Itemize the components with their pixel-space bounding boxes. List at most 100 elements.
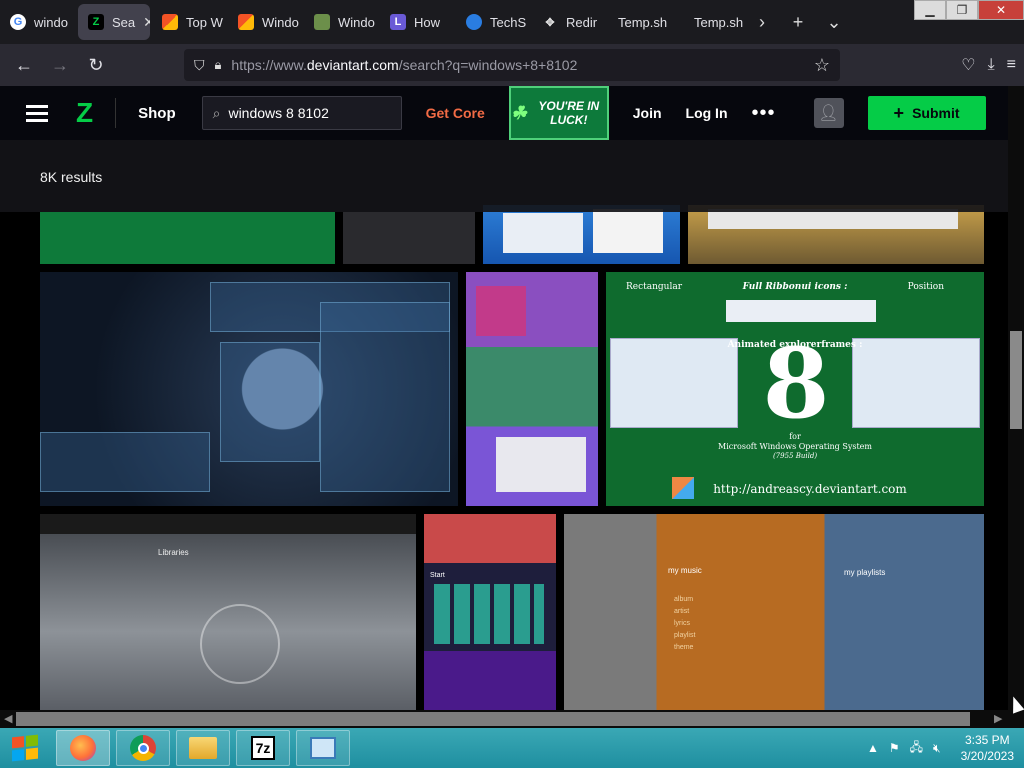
close-tab-icon[interactable]: ✕ (143, 14, 150, 31)
window-titlebar (40, 514, 416, 534)
thumb-caption: Rectangular Full Ribbonui icons : Positi… (626, 282, 944, 292)
tab-temp-sh-2[interactable]: Temp.sh (684, 4, 744, 40)
join-link[interactable]: Join (633, 105, 662, 121)
deviantart-logo[interactable]: Z (76, 97, 93, 129)
control-panel-icon[interactable] (296, 730, 350, 766)
vertical-scrollbar[interactable] (1008, 86, 1024, 728)
show-hidden-icons-icon[interactable]: ▲ (867, 741, 879, 755)
more-options-icon[interactable]: ••• (752, 102, 776, 125)
result-thumbnail[interactable] (343, 212, 475, 264)
shop-link[interactable]: Shop (138, 105, 176, 122)
browser-nav-bar: ← → ↻ ⛉ 🔒︎ https://www.deviantart.com/se… (0, 44, 1024, 86)
browser-tab-strip: G windo Z Sea ✕ Top W Windo Windo L How … (0, 0, 1024, 44)
youre-in-luck-banner[interactable]: ☘ YOU'RE IN LUCK! (508, 86, 609, 140)
result-thumbnail[interactable] (466, 272, 598, 506)
tab-windows-1[interactable]: Windo (228, 4, 304, 40)
search-input[interactable] (228, 105, 379, 121)
close-window-icon[interactable]: ✕ (978, 0, 1024, 20)
photo-icon (314, 14, 330, 30)
result-thumbnail[interactable] (688, 205, 984, 264)
clover-icon: ☘ (510, 103, 527, 123)
chrome-icon[interactable] (116, 730, 170, 766)
tab-label: Top W (186, 14, 223, 30)
network-icon[interactable]: 🖧︎ (910, 738, 923, 759)
start-button[interactable] (0, 728, 50, 768)
tab-label: Windo (338, 14, 375, 30)
windows-icon (162, 14, 178, 30)
firefox-icon[interactable] (56, 730, 110, 766)
windows-icon (238, 14, 254, 30)
result-thumbnail[interactable]: my music album artist lyrics playlist th… (564, 514, 984, 710)
result-thumbnail[interactable]: Rectangular Full Ribbonui icons : Positi… (606, 272, 984, 506)
url-bar[interactable]: ⛉ 🔒︎ https://www.deviantart.com/search?q… (184, 49, 840, 81)
result-thumbnail[interactable] (483, 205, 680, 264)
scroll-tabs-right-icon[interactable]: › (744, 12, 780, 33)
plus-icon: + (893, 102, 905, 123)
vertical-scroll-thumb[interactable] (1010, 331, 1022, 429)
restore-icon[interactable]: ❐ (946, 0, 978, 20)
bookmark-star-icon[interactable]: ☆ (814, 55, 830, 76)
explorer-preview-right (852, 338, 980, 428)
window-preview (593, 209, 663, 253)
hud-panel (40, 432, 210, 492)
result-thumbnail[interactable]: Start (424, 514, 556, 710)
results-bar: 8K results (0, 140, 1008, 212)
tab-top-windows[interactable]: Top W (152, 4, 228, 40)
submit-button[interactable]: + Submit (867, 96, 986, 130)
luck-banner-text: YOU'RE IN LUCK! (538, 99, 600, 127)
tab-windows-2[interactable]: Windo (304, 4, 380, 40)
scroll-right-icon[interactable]: ▶ (994, 712, 1002, 725)
shield-icon[interactable]: ⛉ (194, 57, 205, 74)
tab-temp-sh-1[interactable]: Temp.sh (608, 4, 684, 40)
action-center-flag-icon[interactable]: ⚑ (889, 741, 900, 755)
tab-deviantart-search[interactable]: Z Sea ✕ (78, 4, 150, 40)
tile-grid-preview (434, 584, 544, 644)
result-thumbnail[interactable] (40, 212, 335, 264)
horizontal-scroll-thumb[interactable] (16, 712, 970, 726)
login-link[interactable]: Log In (686, 105, 728, 121)
windows-taskbar: 7z ▲ ⚑ 🖧︎ 🔇︎ 3:35 PM 3/20/2023 (0, 728, 1024, 768)
7zip-icon[interactable]: 7z (236, 730, 290, 766)
pocket-icon[interactable]: ♡ (961, 55, 975, 75)
tab-google[interactable]: G windo (0, 4, 76, 40)
google-icon: G (10, 14, 26, 30)
minimize-icon[interactable]: ▁ (914, 0, 946, 20)
list-tabs-icon[interactable]: ⌄ (816, 12, 852, 33)
result-thumbnail[interactable] (40, 272, 458, 506)
file-explorer-icon[interactable] (176, 730, 230, 766)
hamburger-menu-icon[interactable] (26, 101, 48, 126)
url-text: https://www.deviantart.com/search?q=wind… (231, 57, 578, 73)
taskbar-clock[interactable]: 3:35 PM 3/20/2023 (961, 732, 1014, 764)
back-icon[interactable]: ← (6, 55, 42, 76)
hud-panel (220, 342, 320, 462)
tab-label: windo (34, 14, 68, 30)
tab-label: Sea (112, 14, 136, 30)
search-box[interactable]: ⌕ (201, 96, 402, 130)
downloads-icon[interactable]: ⤓ (988, 56, 995, 74)
tab-how[interactable]: L How (380, 4, 456, 40)
tab-techspot[interactable]: TechS (456, 4, 532, 40)
clock-date: 3/20/2023 (960, 749, 1014, 763)
tab-label: Temp.sh (694, 14, 744, 30)
thumb-caption: Libraries (158, 548, 189, 557)
windows-logo-icon (12, 734, 38, 762)
search-icon: ⌕ (212, 104, 221, 121)
lock-icon[interactable]: 🔒︎ (215, 57, 222, 73)
horizontal-scrollbar[interactable]: ◀ ▶ (0, 710, 1008, 728)
tile-preview (476, 286, 526, 336)
result-thumbnail[interactable]: Libraries (40, 514, 416, 710)
explorer-preview-left (610, 338, 738, 428)
forward-icon[interactable]: → (42, 55, 78, 76)
reload-icon[interactable]: ↻ (78, 55, 114, 76)
window-preview (503, 213, 583, 253)
scroll-left-icon[interactable]: ◀ (4, 712, 12, 725)
volume-muted-icon[interactable]: 🔇︎ (933, 741, 941, 756)
get-core-link[interactable]: Get Core (426, 105, 485, 121)
avatar[interactable]: 👤︎ (813, 98, 844, 128)
menu-icon[interactable]: ≡ (1007, 56, 1016, 74)
tab-label: How (414, 14, 441, 30)
tab-redirect[interactable]: ✥ Redir (532, 4, 608, 40)
tab-label: Redir (566, 14, 598, 30)
window-controls: ▁ ❐ ✕ (914, 0, 1024, 20)
new-tab-icon[interactable]: + (780, 12, 816, 33)
